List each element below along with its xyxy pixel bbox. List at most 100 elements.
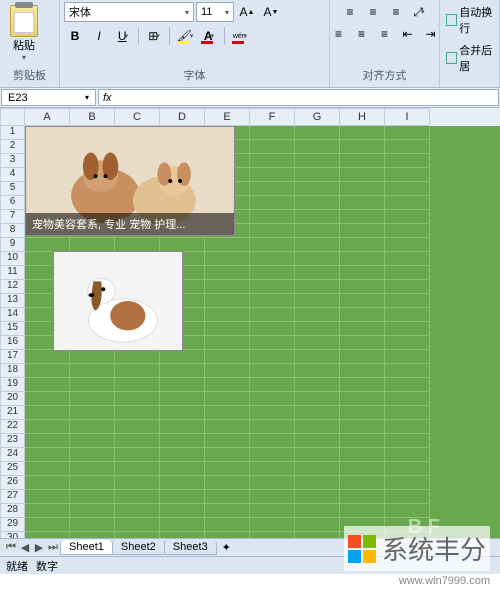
cell[interactable]: [70, 476, 115, 490]
cell[interactable]: [205, 364, 250, 378]
cell[interactable]: [160, 434, 205, 448]
cell[interactable]: [385, 280, 430, 294]
tab-add-sheet[interactable]: ✦: [216, 540, 237, 555]
cell[interactable]: [250, 518, 295, 532]
cell[interactable]: [250, 154, 295, 168]
col-header-C[interactable]: C: [115, 108, 160, 126]
row-header-1[interactable]: 1: [0, 126, 25, 140]
embedded-image-1[interactable]: 宠物美容套系, 专业 宠物 护理...: [25, 126, 235, 236]
row-header-22[interactable]: 22: [0, 420, 25, 434]
cell[interactable]: [340, 126, 385, 140]
cell[interactable]: [205, 532, 250, 538]
cell[interactable]: [250, 126, 295, 140]
cell[interactable]: [340, 364, 385, 378]
indent-decrease-button[interactable]: ⇤: [397, 24, 419, 44]
row-header-8[interactable]: 8: [0, 224, 25, 238]
cell[interactable]: [160, 448, 205, 462]
cell[interactable]: [250, 490, 295, 504]
cell[interactable]: [115, 392, 160, 406]
cell[interactable]: [25, 504, 70, 518]
font-color-button[interactable]: A▾: [198, 26, 220, 46]
cell[interactable]: [295, 196, 340, 210]
indent-increase-button[interactable]: ⇥: [420, 24, 442, 44]
cell[interactable]: [340, 182, 385, 196]
font-name-combo[interactable]: 宋体▾: [64, 2, 194, 22]
underline-button[interactable]: U▾: [112, 26, 134, 46]
cell[interactable]: [295, 154, 340, 168]
tab-nav-last[interactable]: ⏭: [46, 541, 60, 554]
cell[interactable]: [340, 224, 385, 238]
cell[interactable]: [25, 420, 70, 434]
cell[interactable]: [70, 462, 115, 476]
cell[interactable]: [160, 378, 205, 392]
cell[interactable]: [160, 238, 205, 252]
cell[interactable]: [205, 490, 250, 504]
cell[interactable]: [250, 182, 295, 196]
align-center-button[interactable]: ≡: [351, 24, 373, 44]
cell[interactable]: [205, 294, 250, 308]
cell[interactable]: [385, 364, 430, 378]
cell[interactable]: [205, 378, 250, 392]
cell[interactable]: [205, 322, 250, 336]
cell[interactable]: [70, 238, 115, 252]
cell[interactable]: [115, 476, 160, 490]
cell[interactable]: [295, 518, 340, 532]
cell[interactable]: [70, 490, 115, 504]
cell[interactable]: [250, 210, 295, 224]
cell[interactable]: [340, 392, 385, 406]
cell[interactable]: [250, 224, 295, 238]
cell[interactable]: [160, 392, 205, 406]
cell[interactable]: [115, 490, 160, 504]
increase-font-button[interactable]: A▲: [236, 2, 258, 22]
cell[interactable]: [115, 350, 160, 364]
row-header-12[interactable]: 12: [0, 280, 25, 294]
cell[interactable]: [205, 448, 250, 462]
cell[interactable]: [25, 350, 70, 364]
cell[interactable]: [385, 224, 430, 238]
align-middle-button[interactable]: ≡: [362, 2, 384, 22]
cell[interactable]: [295, 322, 340, 336]
cell[interactable]: [250, 196, 295, 210]
row-header-21[interactable]: 21: [0, 406, 25, 420]
cell[interactable]: [385, 322, 430, 336]
cell[interactable]: [385, 182, 430, 196]
cell[interactable]: [340, 210, 385, 224]
row-header-7[interactable]: 7: [0, 210, 25, 224]
cell[interactable]: [25, 378, 70, 392]
spreadsheet-grid[interactable]: ABCDEFGHI 123456789101112131415161718192…: [0, 108, 500, 538]
cell[interactable]: [25, 392, 70, 406]
row-header-9[interactable]: 9: [0, 238, 25, 252]
cell[interactable]: [205, 252, 250, 266]
col-header-F[interactable]: F: [250, 108, 295, 126]
cell[interactable]: [250, 350, 295, 364]
cell[interactable]: [160, 406, 205, 420]
cell[interactable]: [250, 476, 295, 490]
cell[interactable]: [250, 336, 295, 350]
embedded-image-2[interactable]: [53, 251, 183, 351]
cell[interactable]: [340, 420, 385, 434]
row-header-25[interactable]: 25: [0, 462, 25, 476]
cell[interactable]: [205, 266, 250, 280]
cell[interactable]: [385, 252, 430, 266]
cell[interactable]: [385, 336, 430, 350]
row-header-17[interactable]: 17: [0, 350, 25, 364]
cell[interactable]: [295, 462, 340, 476]
row-header-27[interactable]: 27: [0, 490, 25, 504]
cell[interactable]: [295, 266, 340, 280]
cell[interactable]: [295, 392, 340, 406]
cell[interactable]: [340, 434, 385, 448]
italic-button[interactable]: I: [88, 26, 110, 46]
tab-sheet1[interactable]: Sheet1: [60, 540, 113, 555]
decrease-font-button[interactable]: A▼: [260, 2, 282, 22]
row-header-3[interactable]: 3: [0, 154, 25, 168]
cell[interactable]: [295, 210, 340, 224]
paste-button[interactable]: 粘贴 ▾: [4, 4, 44, 64]
cell[interactable]: [160, 364, 205, 378]
font-size-combo[interactable]: 11▾: [196, 2, 234, 22]
cell[interactable]: [250, 322, 295, 336]
tab-nav-prev[interactable]: ◀: [18, 541, 32, 554]
cell[interactable]: [70, 420, 115, 434]
cell[interactable]: [295, 252, 340, 266]
cell[interactable]: [70, 532, 115, 538]
col-header-D[interactable]: D: [160, 108, 205, 126]
